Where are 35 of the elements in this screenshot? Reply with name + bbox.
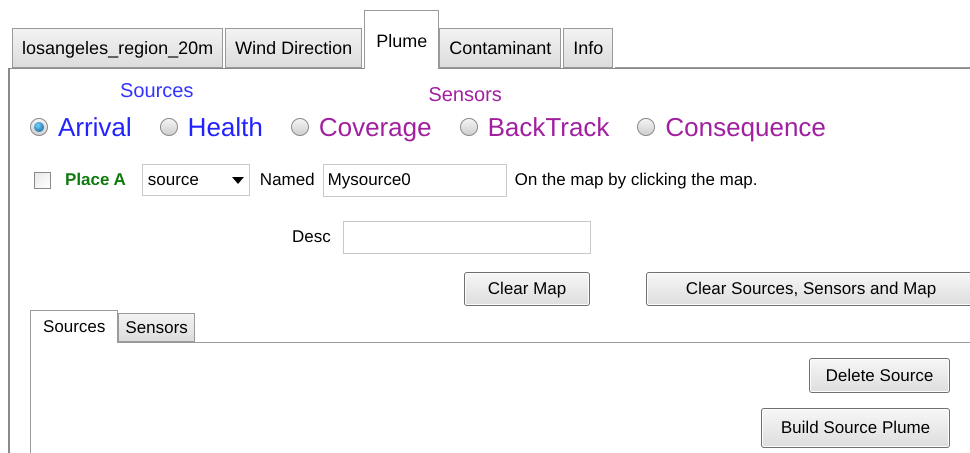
desc-label: Desc bbox=[292, 226, 331, 248]
tab[interactable]: losangeles_region_20m bbox=[12, 28, 224, 68]
clear-all-button[interactable]: Clear Sources, Sensors and Map bbox=[646, 272, 970, 306]
radio-option[interactable]: Health bbox=[160, 112, 263, 142]
radio-label: BackTrack bbox=[488, 112, 610, 142]
tab[interactable]: Wind Direction bbox=[225, 28, 362, 68]
tab[interactable]: Info bbox=[563, 28, 614, 68]
radio-label: Coverage bbox=[318, 112, 432, 142]
place-label: Place A bbox=[65, 169, 126, 192]
desc-field[interactable] bbox=[342, 220, 591, 254]
group-label: Sensors bbox=[428, 83, 502, 103]
group-label: Sources bbox=[120, 79, 194, 103]
delete-source-button[interactable]: Delete Source bbox=[809, 358, 950, 393]
build-plume-button[interactable]: Build Source Plume bbox=[761, 408, 950, 448]
tab[interactable]: Plume bbox=[364, 10, 440, 69]
caret-icon bbox=[232, 176, 244, 184]
sub-tab[interactable]: Sensors bbox=[118, 313, 195, 342]
clear-map-button[interactable]: Clear Map bbox=[464, 272, 590, 306]
type-dropdown[interactable]: source bbox=[142, 164, 250, 196]
radio-button[interactable] bbox=[30, 118, 48, 136]
checkbox[interactable] bbox=[34, 172, 51, 188]
name-field[interactable]: Mysource0 bbox=[322, 164, 507, 196]
radio-option[interactable]: Arrival bbox=[30, 112, 132, 142]
sub-tab[interactable]: Sources bbox=[30, 310, 118, 343]
radio-option[interactable]: Coverage bbox=[290, 112, 432, 142]
radio-button[interactable] bbox=[637, 118, 656, 136]
radio-label: Arrival bbox=[58, 112, 132, 142]
hint-text: On the map by clicking the map. bbox=[514, 169, 758, 192]
radio-button[interactable] bbox=[290, 118, 309, 136]
radio-button[interactable] bbox=[160, 118, 178, 136]
named-label: Named bbox=[260, 169, 315, 192]
tab[interactable]: Contaminant bbox=[439, 28, 562, 68]
radio-button[interactable] bbox=[460, 118, 478, 136]
radio-label: Health bbox=[188, 112, 263, 142]
radio-option[interactable]: BackTrack bbox=[460, 112, 610, 142]
